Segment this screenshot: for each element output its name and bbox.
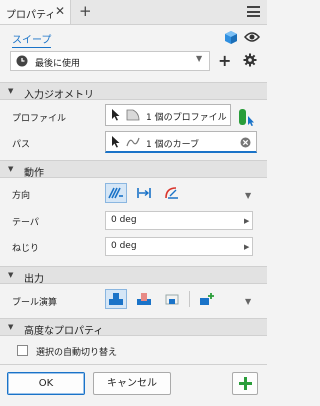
section-advanced[interactable]: ▼ 高度なプロパティ xyxy=(0,318,267,337)
chevron-right-icon[interactable]: ▶ xyxy=(244,217,249,225)
chevron-down-icon[interactable]: ▼ xyxy=(245,191,251,200)
path-label: パス xyxy=(12,140,31,150)
preset-dropdown[interactable]: 最後に使用 ▼ xyxy=(10,51,210,71)
twist-label: ねじり xyxy=(12,244,40,254)
section-label: 動作 xyxy=(24,168,44,179)
chevron-right-icon[interactable]: ▶ xyxy=(244,243,249,251)
collapse-triangle-icon: ▼ xyxy=(8,87,14,95)
footer-divider xyxy=(0,364,267,365)
add-preset-icon[interactable]: + xyxy=(218,51,231,70)
join-icon xyxy=(109,293,123,305)
twist-value: 0 deg xyxy=(111,241,137,251)
section-output[interactable]: ▼ 出力 xyxy=(0,266,267,285)
clock-icon xyxy=(16,55,28,67)
section-label: 高度なプロパティ xyxy=(24,326,104,337)
path-value: 1 個のカーブ xyxy=(146,140,200,150)
cube-icon[interactable] xyxy=(224,30,238,44)
new-body-button[interactable] xyxy=(196,289,218,309)
boolean-cut-button[interactable] xyxy=(133,289,155,309)
add-tab-icon[interactable]: + xyxy=(79,2,92,20)
chevron-down-icon: ▼ xyxy=(196,54,203,63)
feature-name[interactable]: スイープ xyxy=(12,31,52,48)
ok-button[interactable]: OK xyxy=(7,372,85,395)
dropdown-value: 最後に使用 xyxy=(35,59,81,69)
divider xyxy=(189,291,190,307)
collapse-triangle-icon: ▼ xyxy=(8,165,14,173)
section-input-geometry[interactable]: ▼ 入力ジオメトリ xyxy=(0,82,267,101)
direction-path-icon xyxy=(108,187,123,199)
boolean-intersect-button[interactable] xyxy=(161,289,183,309)
hamburger-menu-icon[interactable] xyxy=(247,6,260,17)
auto-select-checkbox[interactable] xyxy=(17,345,28,356)
auto-select-label: 選択の自動切り替え xyxy=(36,348,118,358)
boolean-join-button[interactable] xyxy=(105,289,127,309)
direction-label: 方向 xyxy=(12,191,31,201)
green-plus-icon xyxy=(239,377,252,390)
collapse-triangle-icon: ▼ xyxy=(8,271,14,279)
direction-parallel-button[interactable] xyxy=(133,183,155,203)
section-motion[interactable]: ▼ 動作 xyxy=(0,160,267,179)
profile-selection-box[interactable]: 1 個のプロファイル xyxy=(105,104,231,126)
taper-input[interactable]: 0 deg ▶ xyxy=(105,211,253,230)
apply-add-button[interactable] xyxy=(232,372,258,395)
gear-icon[interactable] xyxy=(243,53,257,67)
profile-shape-icon xyxy=(126,109,140,121)
eye-icon[interactable] xyxy=(244,31,260,43)
cursor-arrow-icon xyxy=(112,136,120,148)
cursor-arrow-icon xyxy=(112,109,120,121)
chevron-down-icon[interactable]: ▼ xyxy=(245,297,251,306)
intersect-icon xyxy=(165,294,179,305)
boolean-label: ブール演算 xyxy=(12,298,58,308)
path-selection-box[interactable]: 1 個のカーブ xyxy=(105,131,257,153)
profile-color-icon[interactable] xyxy=(238,108,258,126)
profile-label: プロファイル xyxy=(12,114,67,124)
new-body-icon xyxy=(200,293,214,305)
close-icon[interactable]: ✕ xyxy=(55,4,65,18)
profile-value: 1 個のプロファイル xyxy=(146,113,227,123)
curve-icon xyxy=(126,137,140,147)
clear-icon[interactable] xyxy=(240,137,251,148)
twist-input[interactable]: 0 deg ▶ xyxy=(105,237,253,256)
taper-value: 0 deg xyxy=(111,215,137,225)
tab-label: プロパティ xyxy=(6,10,56,21)
cancel-button[interactable]: キャンセル xyxy=(93,372,171,395)
direction-parallel-icon xyxy=(137,188,151,198)
cut-icon xyxy=(137,293,151,305)
section-label: 出力 xyxy=(24,274,44,285)
tab-properties[interactable]: プロパティ ✕ xyxy=(0,0,71,24)
direction-guide-button[interactable] xyxy=(161,183,183,203)
direction-guide-icon xyxy=(165,187,178,199)
taper-label: テーパ xyxy=(12,218,39,228)
direction-path-button[interactable] xyxy=(105,183,127,203)
section-label: 入力ジオメトリ xyxy=(24,90,94,101)
collapse-triangle-icon: ▼ xyxy=(8,323,14,331)
